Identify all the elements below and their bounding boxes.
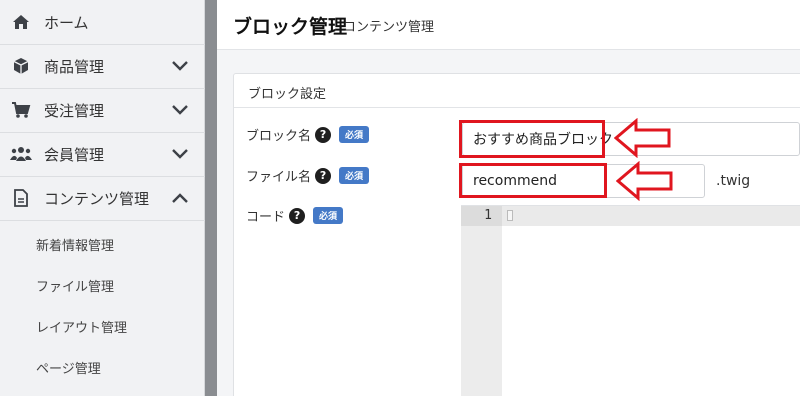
- sidebar-subitem-label: ファイル管理: [36, 280, 115, 295]
- chevron-down-icon: [172, 105, 188, 115]
- required-badge: 必須: [339, 167, 370, 184]
- file-name-label: ファイル名: [246, 170, 312, 185]
- home-icon: [10, 12, 32, 32]
- code-label-row: コード ? 必須: [246, 206, 344, 225]
- chevron-down-icon: [172, 61, 188, 71]
- sidebar-item-label: コンテンツ管理: [44, 189, 150, 208]
- page-title: ブロック管理: [233, 16, 348, 38]
- block-name-label: ブロック名: [246, 129, 312, 144]
- editor-cursor: [507, 210, 513, 221]
- file-name-label-row: ファイル名 ? 必須: [246, 166, 370, 185]
- sidebar-divider: [205, 0, 217, 396]
- sidebar-subitem-label: レイアウト管理: [36, 321, 128, 336]
- sidebar-item-orders[interactable]: 受注管理: [0, 88, 205, 133]
- sidebar-subitem-news[interactable]: 新着情報管理: [0, 224, 205, 265]
- annotation-arrow-icon: [616, 161, 673, 201]
- sidebar-subitem-pages[interactable]: ページ管理: [0, 347, 205, 388]
- editor-gutter: 1: [461, 206, 502, 396]
- annotation-arrow-icon: [614, 118, 671, 158]
- cart-icon: [10, 100, 32, 120]
- editor-active-line: [502, 206, 800, 226]
- sidebar-item-products[interactable]: 商品管理: [0, 44, 205, 89]
- annotation-box-file-name: [459, 163, 607, 198]
- help-icon[interactable]: ?: [315, 126, 332, 143]
- card-header: ブロック設定: [234, 74, 800, 108]
- line-number: 1: [484, 208, 492, 223]
- sidebar-item-home[interactable]: ホーム: [0, 0, 205, 45]
- required-badge: 必須: [313, 207, 344, 224]
- sidebar-subitem-files[interactable]: ファイル管理: [0, 265, 205, 306]
- sidebar-item-label: ホーム: [44, 13, 89, 32]
- document-icon: [10, 188, 32, 208]
- sidebar-subitem-label: ページ管理: [36, 362, 101, 377]
- help-icon[interactable]: ?: [289, 207, 306, 224]
- sidebar-item-content[interactable]: コンテンツ管理: [0, 176, 205, 221]
- chevron-up-icon: [172, 193, 188, 203]
- file-extension-suffix: .twig: [716, 173, 751, 189]
- sidebar-item-members[interactable]: 会員管理: [0, 132, 205, 177]
- chevron-down-icon: [172, 149, 188, 159]
- page-subtitle: コンテンツ管理: [343, 20, 435, 35]
- gutter-active-line: 1: [461, 206, 502, 226]
- code-editor[interactable]: 1: [461, 205, 800, 396]
- sidebar-item-label: 商品管理: [44, 57, 105, 76]
- help-icon[interactable]: ?: [315, 167, 332, 184]
- cube-icon: [10, 56, 32, 76]
- card-title: ブロック設定: [248, 87, 327, 102]
- annotation-box-block-name: [459, 120, 605, 158]
- sidebar-subitem-layout[interactable]: レイアウト管理: [0, 306, 205, 347]
- users-icon: [10, 144, 32, 164]
- sidebar-item-label: 会員管理: [44, 145, 105, 164]
- sidebar-subitem-label: 新着情報管理: [36, 239, 115, 254]
- block-name-label-row: ブロック名 ? 必須: [246, 125, 370, 144]
- page-header: ブロック管理 コンテンツ管理: [217, 0, 800, 50]
- code-label: コード: [246, 210, 286, 225]
- sidebar: ホーム 商品管理 受注管理 会員管理 コンテンツ管理 新着情報管理 ファイル管理…: [0, 0, 205, 396]
- sidebar-item-label: 受注管理: [44, 101, 105, 120]
- required-badge: 必須: [339, 126, 370, 143]
